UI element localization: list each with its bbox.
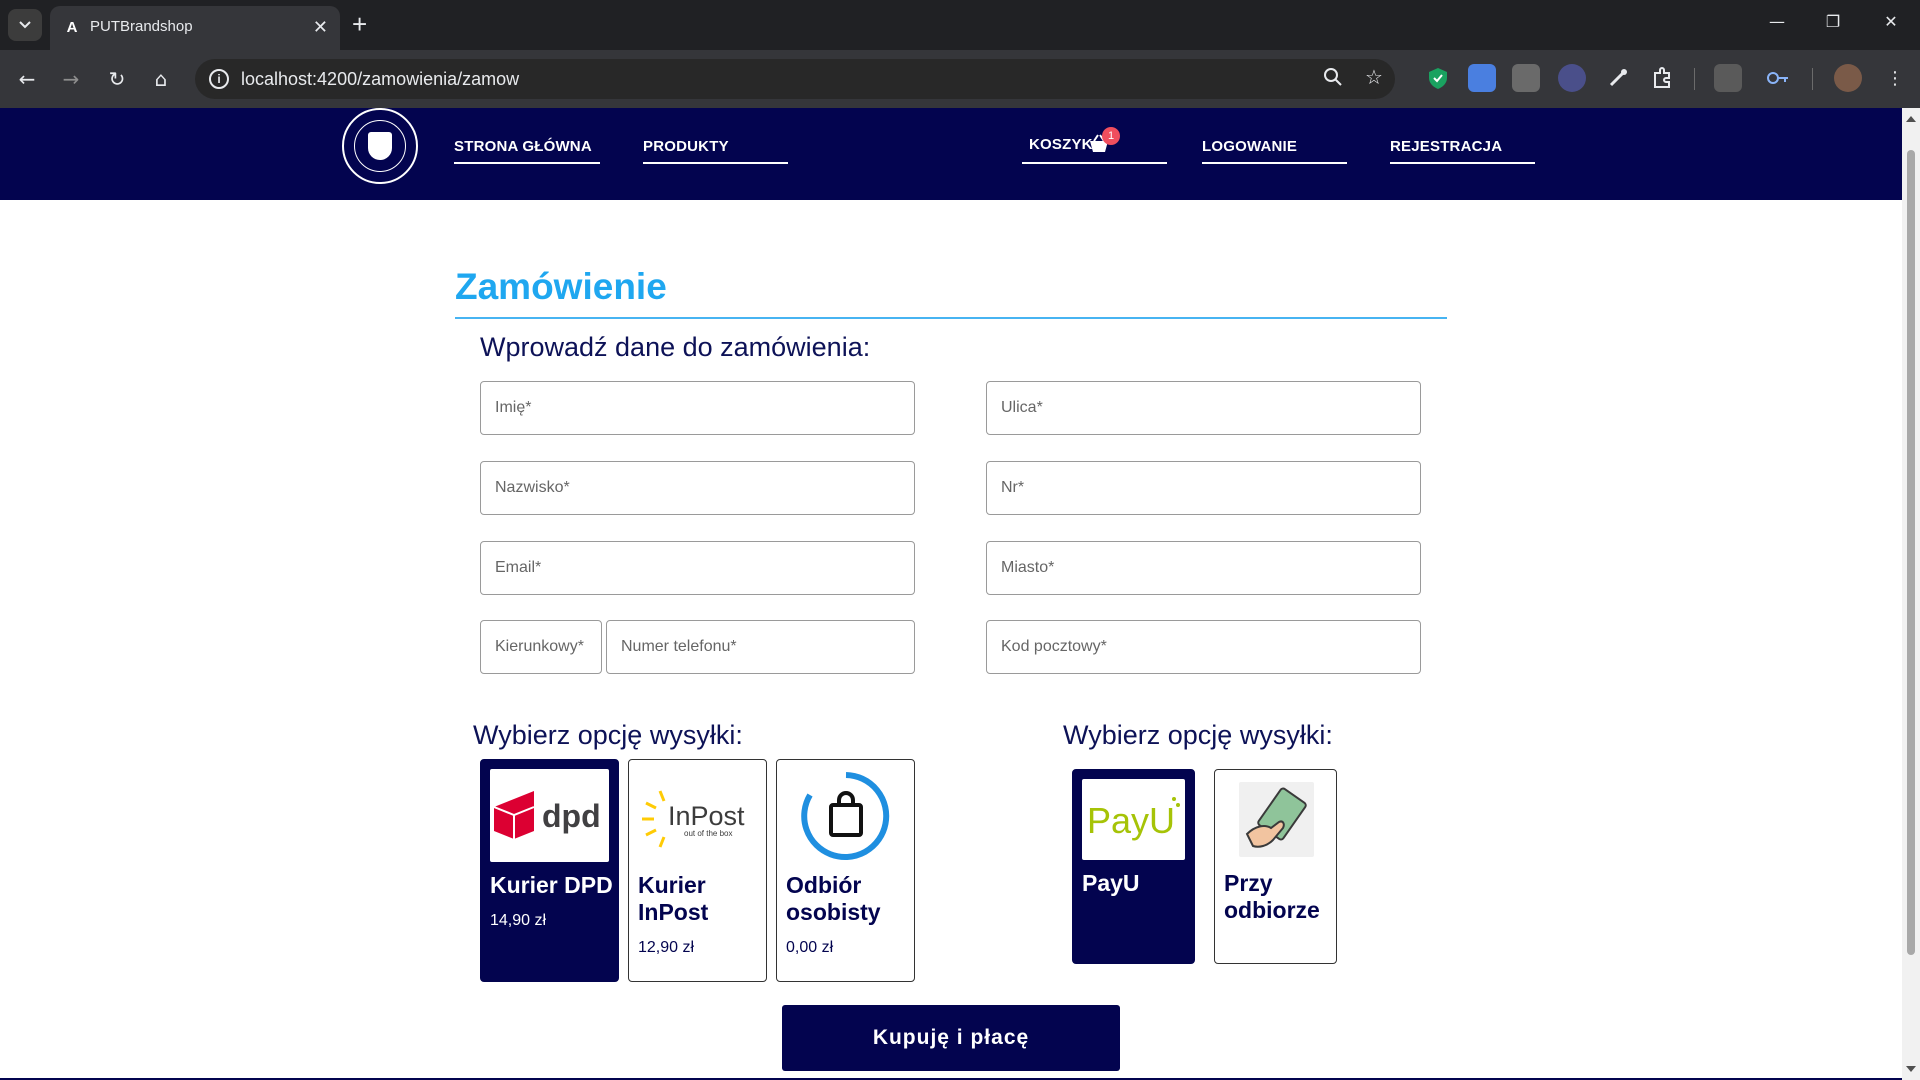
translate-extension-icon[interactable]	[1468, 64, 1496, 92]
payment-heading: Wybierz opcję wysyłki:	[1063, 720, 1333, 750]
scroll-thumb[interactable]	[1907, 150, 1915, 955]
forward-arrow-icon[interactable]: →	[56, 64, 86, 94]
city-field[interactable]	[986, 541, 1421, 595]
postal-code-input[interactable]	[1001, 621, 1414, 673]
site-header: STRONA GŁÓWNA PRODUKTY KOSZYK 1 LOGOWANI…	[0, 108, 1902, 200]
close-window-button[interactable]: ✕	[1868, 12, 1914, 31]
angular-favicon-icon: A	[66, 19, 78, 36]
payment-option-cod[interactable]: Przy odbiorze	[1214, 769, 1337, 964]
tab-title: PUTBrandshop	[90, 18, 193, 35]
minimize-button[interactable]: —	[1754, 12, 1800, 31]
scroll-down-arrow-icon[interactable]	[1906, 1066, 1916, 1072]
payu-logo-text: PayU	[1087, 800, 1175, 841]
last-name-input[interactable]	[495, 462, 908, 514]
nav-cart-label: KOSZYK	[1029, 136, 1093, 153]
house-number-field[interactable]	[986, 461, 1421, 515]
print-extension-icon[interactable]	[1512, 64, 1540, 92]
browser-toolbar: ← → ↻ ⌂ i localhost:4200/zamowienia/zamo…	[0, 50, 1920, 108]
shipping-name: Kurier DPD	[490, 872, 613, 898]
toolbar-divider	[1812, 68, 1813, 90]
payu-logo: PayU	[1082, 779, 1185, 860]
phone-input[interactable]	[621, 621, 908, 673]
shipping-price: 0,00 zł	[786, 939, 834, 956]
city-input[interactable]	[1001, 542, 1414, 594]
payment-option-payu[interactable]: PayU PayU	[1072, 769, 1195, 964]
extensions-puzzle-icon[interactable]	[1648, 64, 1676, 92]
title-divider	[455, 317, 1447, 319]
google-translate-icon[interactable]	[1714, 64, 1742, 92]
nav-login[interactable]: LOGOWANIE	[1202, 130, 1347, 164]
shipping-name: Kurier InPost	[638, 872, 709, 925]
site-info-icon[interactable]: i	[209, 69, 229, 89]
home-icon[interactable]: ⌂	[146, 64, 176, 94]
bookmark-star-icon[interactable]: ☆	[1365, 65, 1383, 89]
email-field[interactable]	[480, 541, 915, 595]
menu-kebab-icon[interactable]: ⋮	[1880, 64, 1910, 94]
email-input[interactable]	[495, 542, 908, 594]
postal-code-field[interactable]	[986, 620, 1421, 674]
nav-cart[interactable]: KOSZYK 1	[1022, 127, 1167, 164]
house-number-input[interactable]	[1001, 462, 1414, 514]
scroll-up-arrow-icon[interactable]	[1906, 116, 1916, 122]
phone-field[interactable]	[606, 620, 915, 674]
page-title: Zamówienie	[455, 266, 667, 307]
inpost-logo: InPost out of the box	[638, 769, 757, 862]
tab-close-icon[interactable]: ✕	[313, 18, 328, 36]
browser-tab[interactable]: A PUTBrandshop ✕	[50, 6, 340, 50]
area-code-field[interactable]	[480, 620, 602, 674]
nav-products[interactable]: PRODUKTY	[643, 130, 788, 164]
nav-login-label: LOGOWANIE	[1202, 138, 1298, 155]
shopping-bag-icon	[786, 769, 905, 862]
password-key-icon[interactable]	[1764, 64, 1792, 92]
user-avatar[interactable]	[1834, 64, 1862, 92]
nav-home[interactable]: STRONA GŁÓWNA	[454, 130, 600, 164]
area-code-input[interactable]	[495, 621, 595, 673]
url-text[interactable]: localhost:4200/zamowienia/zamow	[241, 69, 519, 90]
address-bar[interactable]: i localhost:4200/zamowienia/zamow ☆	[195, 59, 1395, 99]
university-logo[interactable]	[342, 108, 418, 184]
dpd-logo: dpd	[490, 769, 609, 862]
profile-extension-icon[interactable]	[1558, 64, 1586, 92]
page-viewport: STRONA GŁÓWNA PRODUKTY KOSZYK 1 LOGOWANI…	[0, 108, 1902, 1080]
shield-extension-icon[interactable]	[1424, 64, 1452, 92]
chevron-down-icon	[19, 21, 31, 29]
page-scrollbar[interactable]	[1902, 108, 1920, 1080]
shipping-heading: Wybierz opcję wysyłki:	[473, 720, 743, 750]
first-name-field[interactable]	[480, 381, 915, 435]
shipping-price: 14,90 zł	[490, 912, 547, 929]
shipping-option-pickup[interactable]: Odbiór osobisty 0,00 zł	[776, 759, 915, 982]
nav-home-label: STRONA GŁÓWNA	[454, 138, 592, 155]
nav-products-label: PRODUKTY	[643, 138, 729, 155]
payment-name: Przy odbiorze	[1224, 870, 1320, 923]
street-field[interactable]	[986, 381, 1421, 435]
new-tab-button[interactable]: +	[352, 10, 367, 38]
form-heading: Wprowadź dane do zamówienia:	[480, 332, 871, 362]
browser-tabstrip: A PUTBrandshop ✕ + — ❐ ✕	[0, 0, 1920, 50]
last-name-field[interactable]	[480, 461, 915, 515]
nav-register-label: REJESTRACJA	[1390, 138, 1503, 155]
inpost-logo-subtext: out of the box	[684, 829, 732, 838]
toolbar-divider	[1694, 68, 1695, 90]
shipping-name: Odbiór osobisty	[786, 872, 881, 925]
first-name-input[interactable]	[495, 382, 908, 434]
shipping-option-dpd[interactable]: dpd Kurier DPD 14,90 zł	[480, 759, 619, 982]
shipping-option-inpost[interactable]: InPost out of the box Kurier InPost 12,9…	[628, 759, 767, 982]
logo-crest-icon	[368, 132, 392, 160]
eyedropper-extension-icon[interactable]	[1604, 64, 1632, 92]
inpost-logo-text: InPost	[668, 801, 745, 831]
cash-hand-icon	[1239, 782, 1314, 857]
tab-search-button[interactable]	[8, 9, 42, 41]
maximize-button[interactable]: ❐	[1810, 12, 1856, 31]
cart-count-badge: 1	[1102, 127, 1120, 145]
dpd-logo-text: dpd	[542, 798, 601, 834]
zoom-icon[interactable]	[1323, 67, 1343, 92]
nav-register[interactable]: REJESTRACJA	[1390, 130, 1535, 164]
buy-and-pay-button[interactable]: Kupuję i płacę	[782, 1005, 1120, 1071]
shipping-price: 12,90 zł	[638, 939, 695, 956]
back-arrow-icon[interactable]: ←	[12, 64, 42, 94]
street-input[interactable]	[1001, 382, 1414, 434]
reload-icon[interactable]: ↻	[102, 64, 132, 94]
payment-name: PayU	[1082, 870, 1140, 896]
